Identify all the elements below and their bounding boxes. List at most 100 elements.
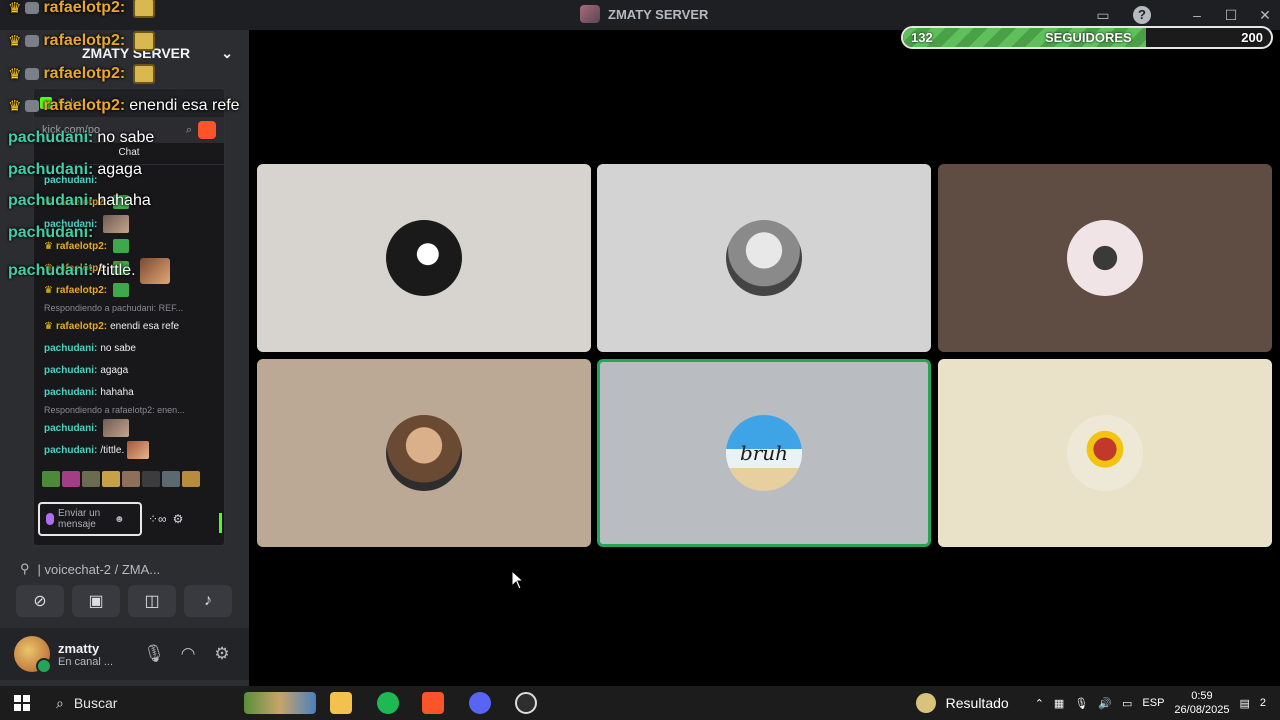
network-icon[interactable]: ▭ xyxy=(1122,697,1132,710)
emote-icon[interactable] xyxy=(142,471,160,487)
avatar xyxy=(386,220,462,296)
close-button[interactable]: ✕ xyxy=(1255,6,1275,24)
participant-tile[interactable] xyxy=(938,164,1272,352)
participant-tile[interactable] xyxy=(938,359,1272,547)
participant-tile[interactable] xyxy=(257,359,591,547)
camera-off-button[interactable]: ⊘ xyxy=(16,585,64,617)
chat-username[interactable]: pachudani: xyxy=(44,343,97,354)
taskbar: ⌕ Buscar Resultado ⌃ ▦ 🎙 🔊 ▭ ESP 0:59 26… xyxy=(0,686,1280,720)
participant-tile[interactable] xyxy=(257,164,591,352)
gear-icon[interactable]: ⚙ xyxy=(173,512,184,526)
reply-context: Respondiendo a rafaelotp2: enen... xyxy=(44,405,185,415)
server-icon xyxy=(580,5,600,23)
chat-message: pachudani: agaga xyxy=(44,359,214,381)
chat-message: pachudani:/tittle. xyxy=(44,439,214,461)
volume-icon[interactable]: 🔊 xyxy=(1098,697,1112,710)
spotify-icon[interactable] xyxy=(377,692,399,714)
weather-icon[interactable] xyxy=(915,693,936,713)
maximize-button[interactable]: ☐ xyxy=(1221,6,1241,24)
followers-goal-bar: 132 SEGUIDORES 200 xyxy=(901,26,1273,49)
overlay-text: enendi esa refe xyxy=(129,97,240,114)
crown-badge-icon: ♛ xyxy=(8,0,22,17)
avatar[interactable] xyxy=(14,636,52,674)
chat-username[interactable]: rafaelotp2: xyxy=(56,285,107,296)
overlay-chat-line: pachudani:/tittle. xyxy=(8,258,170,284)
overlay-chat-line: ♛ rafaelotp2: xyxy=(8,64,156,84)
chat-username[interactable]: pachudani: xyxy=(44,423,97,434)
chat-username[interactable]: rafaelotp2: xyxy=(56,321,107,332)
overlay-chat-line: ♛ rafaelotp2: enendi esa refe xyxy=(8,97,240,115)
emote-icon[interactable] xyxy=(162,471,180,487)
user-info[interactable]: zmatty En canal ... xyxy=(58,641,133,668)
headphones-icon[interactable]: ◠ xyxy=(175,644,201,664)
file-explorer-icon[interactable] xyxy=(330,692,352,714)
chat-username[interactable]: pachudani: xyxy=(44,445,97,456)
windows-start-button[interactable] xyxy=(14,695,30,711)
emote-icon[interactable] xyxy=(102,471,120,487)
mic-icon[interactable] xyxy=(46,513,54,525)
participant-tile[interactable]: bruh xyxy=(597,359,931,547)
soundboard-button[interactable]: ♪ xyxy=(184,585,232,617)
emote-icon[interactable] xyxy=(62,471,80,487)
tray-app-icon[interactable]: ▦ xyxy=(1054,697,1064,710)
voice-channel-name: | voicechat-2 / ZMA... xyxy=(37,561,161,577)
chat-input[interactable]: Enviar un mensaje ☻ xyxy=(38,502,142,536)
chevron-up-icon[interactable]: ⌃ xyxy=(1035,697,1044,710)
zoom-icon[interactable]: ⌕ xyxy=(186,124,192,137)
microphone-icon[interactable]: 🎙 xyxy=(141,644,167,664)
chat-message: pachudani: hahaha xyxy=(44,381,214,403)
crown-badge-icon: ♛ xyxy=(8,66,22,83)
browser-window: kick.c kick.com/po ⌕ Chat pachudani: ♛ raf… xyxy=(33,88,225,546)
microphone-tray-icon[interactable]: 🎙 xyxy=(1074,697,1088,710)
emote-bar xyxy=(34,465,224,493)
activities-button[interactable]: ◫ xyxy=(128,585,176,617)
clock[interactable]: 0:59 26/08/2025 xyxy=(1174,689,1229,717)
help-button[interactable]: ? xyxy=(1133,6,1153,24)
emote-icon[interactable] xyxy=(42,471,60,487)
obs-icon[interactable] xyxy=(515,692,537,714)
overlay-chat-line: ♛ rafaelotp2: xyxy=(8,31,156,51)
language-indicator[interactable]: ESP xyxy=(1142,697,1164,709)
chat-message: pachudani: no sabe xyxy=(44,337,214,359)
weather-text[interactable]: Resultado xyxy=(946,695,1009,711)
participant-tile[interactable] xyxy=(597,164,931,352)
chat-username[interactable]: pachudani: xyxy=(44,387,97,398)
chat-username[interactable]: rafaelotp2: xyxy=(56,241,107,252)
inbox-icon[interactable]: ▭ xyxy=(1093,6,1113,24)
emote-icon xyxy=(133,0,156,18)
minimize-button[interactable]: – xyxy=(1187,6,1207,24)
taskbar-search[interactable]: ⌕ Buscar xyxy=(52,690,242,716)
screen-share-icon: ▣ xyxy=(88,593,104,610)
avatar xyxy=(726,220,802,296)
emote-icon xyxy=(133,64,156,84)
brave-shield-icon[interactable] xyxy=(198,121,216,139)
screen-share-button[interactable]: ▣ xyxy=(72,585,120,617)
notifications-icon[interactable]: ▤ xyxy=(1239,697,1249,710)
followers-goal: 200 xyxy=(1241,30,1263,45)
user-status: En canal ... xyxy=(58,655,114,668)
chat-message: ♛ rafaelotp2: enendi esa refe xyxy=(44,315,214,337)
voice-actions: ⊘ ▣ ◫ ♪ xyxy=(16,585,232,617)
username: zmatty xyxy=(58,640,100,656)
voice-connection-status[interactable]: ⚲ | voicechat-2 / ZMA... xyxy=(20,558,249,580)
settings-gear-icon[interactable]: ⚙ xyxy=(209,644,235,664)
emote-icon[interactable] xyxy=(122,471,140,487)
emote-icon[interactable] xyxy=(82,471,100,487)
hat-badge-icon xyxy=(25,35,40,47)
soundboard-icon: ♪ xyxy=(204,592,212,609)
share-icon[interactable]: ⁘∞ xyxy=(148,512,167,526)
emoji-icon[interactable]: ☻ xyxy=(114,514,125,525)
clock-time: 0:59 xyxy=(1191,690,1213,702)
overlay-chat-line: pachudani: xyxy=(8,224,97,242)
emote-icon[interactable] xyxy=(182,471,200,487)
chat-username[interactable]: pachudani: xyxy=(44,365,97,376)
gamepad-icon: ◫ xyxy=(144,593,160,610)
emote-icon xyxy=(113,283,130,297)
overlay-text: hahaha xyxy=(97,192,151,209)
widget-image[interactable] xyxy=(244,692,316,714)
chat-text: enendi esa refe xyxy=(110,320,180,332)
brave-icon[interactable] xyxy=(422,692,444,714)
hat-badge-icon xyxy=(25,2,40,14)
discord-icon[interactable] xyxy=(469,692,491,714)
camera-off-icon: ⊘ xyxy=(33,593,47,610)
